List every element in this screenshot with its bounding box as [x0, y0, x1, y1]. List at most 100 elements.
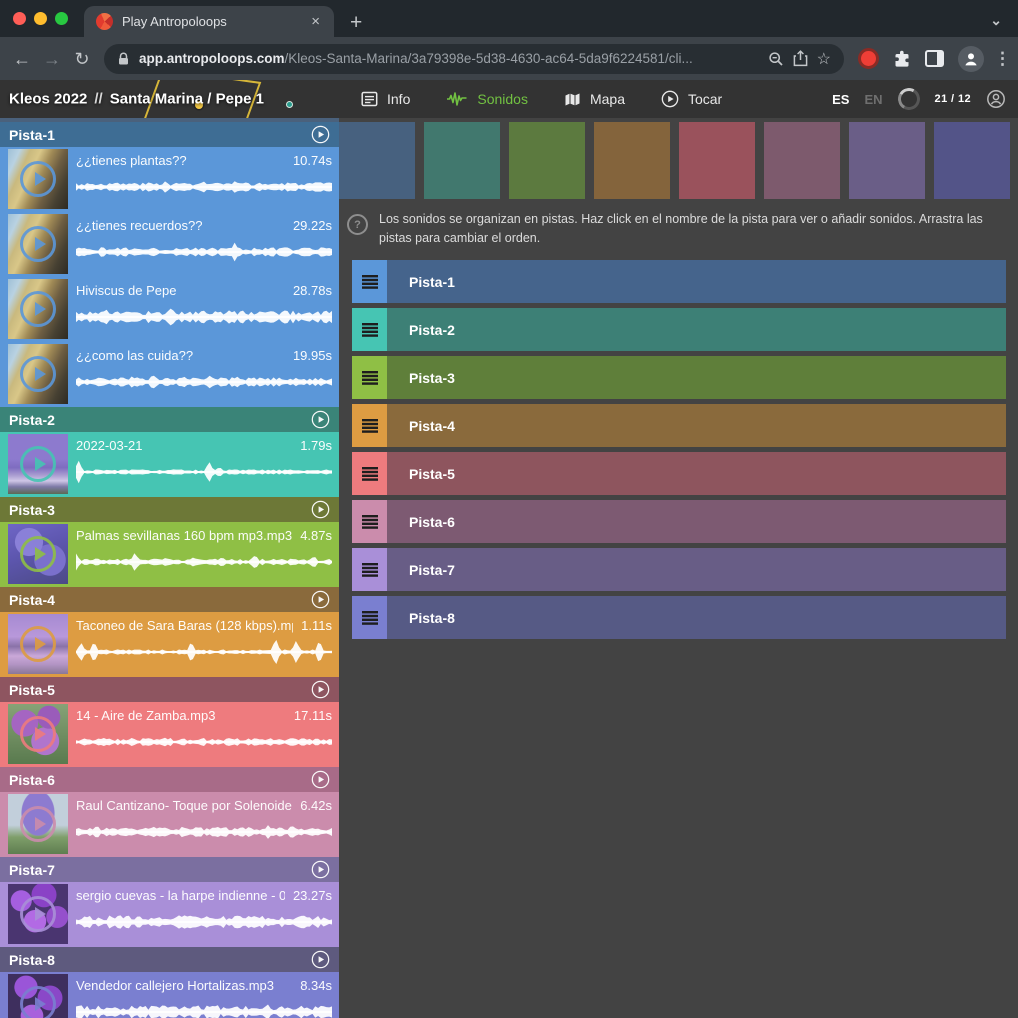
track-play-icon[interactable] [311, 500, 330, 519]
url-text[interactable]: app.antropoloops.com/Kleos-Santa-Marina/… [139, 51, 759, 66]
sidebar-track-header[interactable]: Pista-7 [0, 857, 339, 882]
clip-thumbnail[interactable] [8, 344, 68, 404]
reload-button[interactable]: ↻ [70, 50, 94, 68]
track-swatch[interactable] [934, 122, 1010, 199]
audio-clip[interactable]: Taconeo de Sara Baras (128 kbps).mp3 1.1… [0, 612, 339, 677]
audio-clip[interactable]: Hiviscus de Pepe 28.78s [0, 277, 339, 342]
audio-clip[interactable]: Palmas sevillanas 160 bpm mp3.mp3 4.87s [0, 522, 339, 587]
nav-item-info[interactable]: Info [361, 91, 410, 107]
track-row[interactable]: Pista-2 [352, 308, 1006, 351]
close-window-button[interactable] [13, 12, 26, 25]
audio-clip[interactable]: sergio cuevas - la harpe indienne - 03 -… [0, 882, 339, 947]
clip-thumbnail[interactable] [8, 434, 68, 494]
clip-thumbnail[interactable] [8, 794, 68, 854]
clip-waveform[interactable] [76, 366, 332, 398]
audio-clip[interactable]: ¿¿tienes recuerdos?? 29.22s [0, 212, 339, 277]
sidebar-track-header[interactable]: Pista-8 [0, 947, 339, 972]
track-play-icon[interactable] [311, 125, 330, 144]
clip-waveform[interactable] [76, 546, 332, 578]
lang-en-button[interactable]: EN [864, 92, 882, 107]
clip-thumbnail[interactable] [8, 704, 68, 764]
track-play-icon[interactable] [311, 950, 330, 969]
address-bar[interactable]: app.antropoloops.com/Kleos-Santa-Marina/… [104, 44, 844, 74]
clip-waveform[interactable] [76, 636, 332, 668]
lock-icon[interactable] [117, 52, 130, 66]
track-swatch[interactable] [424, 122, 500, 199]
track-row-bar[interactable]: Pista-4 [387, 404, 1006, 447]
clip-play-icon[interactable] [20, 446, 56, 482]
profile-avatar[interactable] [958, 46, 984, 72]
track-row-bar[interactable]: Pista-3 [387, 356, 1006, 399]
clip-thumbnail[interactable] [8, 214, 68, 274]
track-play-icon[interactable] [311, 590, 330, 609]
sidebar-track-header[interactable]: Pista-2 [0, 407, 339, 432]
drag-handle[interactable] [352, 596, 387, 639]
track-row-bar[interactable]: Pista-5 [387, 452, 1006, 495]
audio-clip[interactable]: 2022-03-21 1.79s [0, 432, 339, 497]
clip-thumbnail[interactable] [8, 614, 68, 674]
track-swatch[interactable] [594, 122, 670, 199]
extensions-puzzle-icon[interactable] [893, 50, 911, 68]
track-row[interactable]: Pista-6 [352, 500, 1006, 543]
nav-item-mapa[interactable]: Mapa [564, 91, 625, 107]
sidebar-track-header[interactable]: Pista-5 [0, 677, 339, 702]
sidebar-track-header[interactable]: Pista-3 [0, 497, 339, 522]
lang-es-button[interactable]: ES [832, 92, 849, 107]
drag-handle[interactable] [352, 356, 387, 399]
track-row-bar[interactable]: Pista-7 [387, 548, 1006, 591]
track-play-icon[interactable] [311, 770, 330, 789]
track-swatch[interactable] [509, 122, 585, 199]
clip-waveform[interactable] [76, 816, 332, 848]
zoom-page-icon[interactable] [768, 51, 784, 67]
back-button[interactable]: ← [10, 50, 34, 68]
share-icon[interactable] [793, 50, 808, 67]
audio-clip[interactable]: ¿¿tienes plantas?? 10.74s [0, 147, 339, 212]
clip-waveform[interactable] [76, 456, 332, 488]
new-tab-button[interactable]: + [350, 12, 362, 33]
track-row-bar[interactable]: Pista-8 [387, 596, 1006, 639]
clip-play-icon[interactable] [20, 291, 56, 327]
nav-item-tocar[interactable]: Tocar [661, 90, 722, 108]
browser-tab[interactable]: Play Antropoloops × [84, 6, 334, 37]
clip-play-icon[interactable] [20, 226, 56, 262]
track-play-icon[interactable] [311, 680, 330, 699]
track-row-bar[interactable]: Pista-6 [387, 500, 1006, 543]
bookmark-star-icon[interactable]: ☆ [817, 49, 831, 69]
forward-button[interactable]: → [40, 50, 64, 68]
clip-play-icon[interactable] [20, 806, 56, 842]
track-row-bar[interactable]: Pista-2 [387, 308, 1006, 351]
clip-play-icon[interactable] [20, 986, 56, 1018]
clip-play-icon[interactable] [20, 626, 56, 662]
track-row[interactable]: Pista-8 [352, 596, 1006, 639]
nav-item-sonidos[interactable]: Sonidos [446, 91, 528, 107]
clip-waveform[interactable] [76, 171, 332, 203]
drag-handle[interactable] [352, 404, 387, 447]
clip-waveform[interactable] [76, 906, 332, 938]
drag-handle[interactable] [352, 308, 387, 351]
drag-handle[interactable] [352, 260, 387, 303]
sidebar-track-header[interactable]: Pista-1 [0, 122, 339, 147]
clip-waveform[interactable] [76, 236, 332, 268]
clip-play-icon[interactable] [20, 161, 56, 197]
clip-play-icon[interactable] [20, 356, 56, 392]
clip-play-icon[interactable] [20, 896, 56, 932]
clip-play-icon[interactable] [20, 716, 56, 752]
track-row[interactable]: Pista-4 [352, 404, 1006, 447]
side-panel-icon[interactable] [925, 50, 944, 67]
track-swatch[interactable] [679, 122, 755, 199]
project-map-thumbnail[interactable]: Kleos 2022//Santa Marina / Pepe 1 [0, 80, 339, 118]
sidebar-track-header[interactable]: Pista-6 [0, 767, 339, 792]
drag-handle[interactable] [352, 548, 387, 591]
clip-thumbnail[interactable] [8, 884, 68, 944]
track-play-icon[interactable] [311, 410, 330, 429]
track-row[interactable]: Pista-1 [352, 260, 1006, 303]
minimize-window-button[interactable] [34, 12, 47, 25]
browser-menu-kebab-icon[interactable]: ⋮ [994, 49, 1008, 69]
clip-thumbnail[interactable] [8, 974, 68, 1018]
sidebar-track-header[interactable]: Pista-4 [0, 587, 339, 612]
clip-play-icon[interactable] [20, 536, 56, 572]
track-row[interactable]: Pista-5 [352, 452, 1006, 495]
track-play-icon[interactable] [311, 860, 330, 879]
clip-waveform[interactable] [76, 996, 332, 1018]
track-swatch[interactable] [764, 122, 840, 199]
